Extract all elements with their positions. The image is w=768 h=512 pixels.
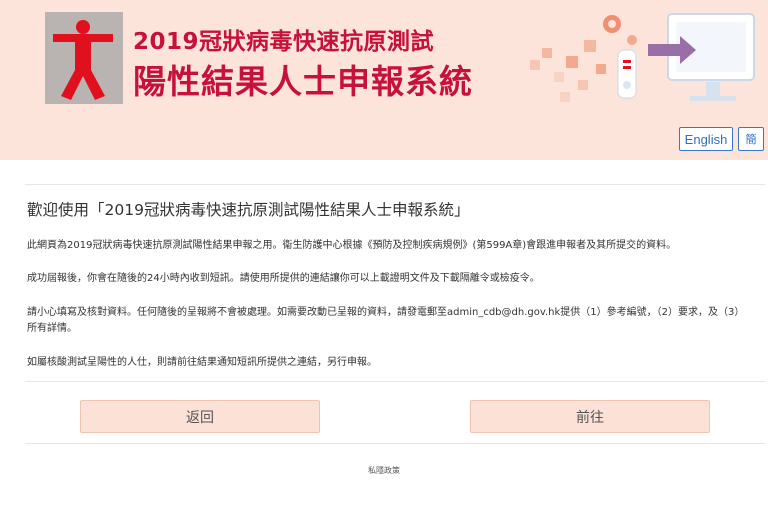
divider (25, 184, 765, 185)
welcome-heading: 歡迎使用「2019冠狀病毒快速抗原測試陽性結果人士申報系統」 (27, 201, 470, 219)
back-button[interactable]: 返回 (80, 400, 320, 433)
sms-paragraph: 成功屆報後，你會在隨後的24小時內收到短訊。請使用所提供的連結讓你可以上載證明文… (27, 273, 540, 284)
proceed-button[interactable]: 前往 (470, 400, 710, 433)
intro-paragraph: 此網頁為2019冠狀病毒快速抗原測試陽性結果申報之用。衞生防護中心根據《預防及控… (27, 240, 677, 251)
header-illustration (530, 13, 755, 102)
logo (45, 12, 123, 104)
english-language-button[interactable]: English (679, 127, 733, 151)
divider (25, 381, 765, 382)
simplified-chinese-button[interactable]: 簡 (738, 127, 764, 151)
person-logo-icon (53, 20, 113, 100)
header-title-line2: 陽性結果人士申報系統 (133, 62, 473, 101)
header-title-line1: 2019冠狀病毒快速抗原測試 (133, 29, 435, 55)
amend-paragraph: 請小心填寫及核對資料。任何隨後的呈報將不會被處理。如需要改動已呈報的資料，請發電… (27, 307, 745, 334)
pcr-paragraph: 如屬核酸測試呈陽性的人仕，則請前往結果通知短訊所提供之連結，另行申報。 (27, 357, 377, 368)
page-header: 2019冠狀病毒快速抗原測試 陽性結果人士申報系統 English 簡 (0, 0, 768, 160)
privacy-policy-link[interactable]: 私隱政策 (0, 465, 768, 476)
divider (25, 443, 765, 444)
